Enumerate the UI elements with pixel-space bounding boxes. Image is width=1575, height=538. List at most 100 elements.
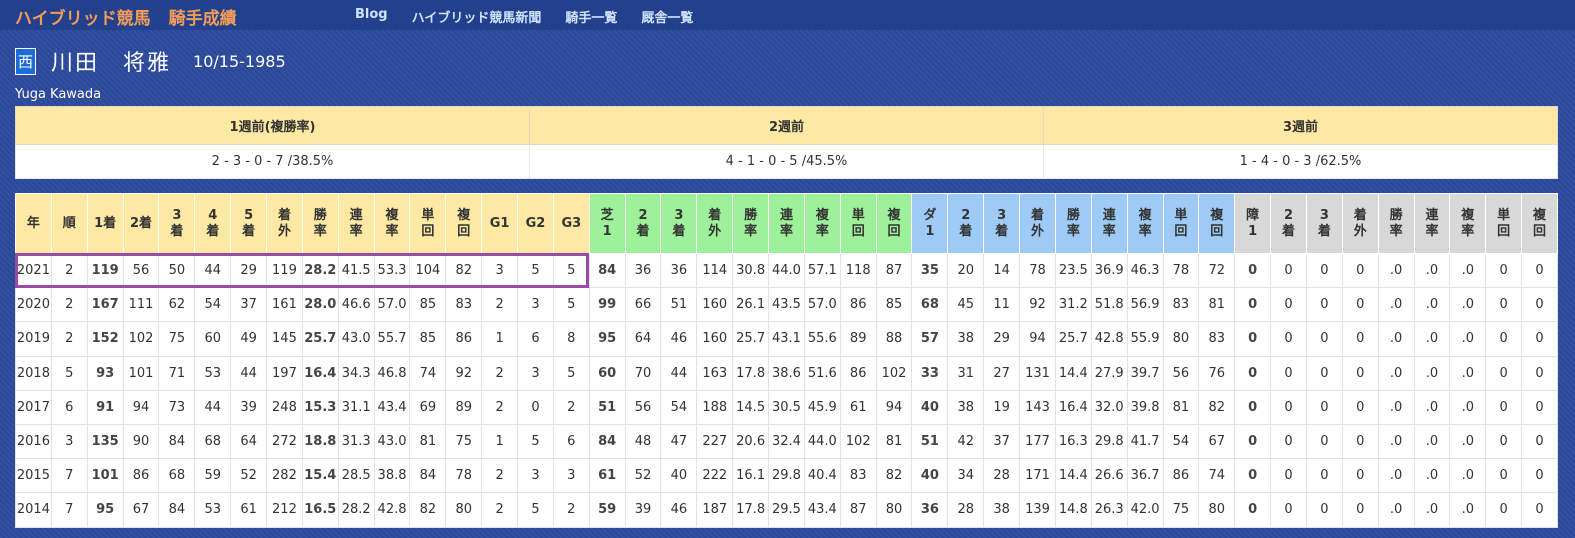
- col-header-14: G2: [517, 193, 554, 254]
- stat-cell: .0: [1377, 252, 1415, 289]
- col-header-line1: 複: [1138, 207, 1152, 223]
- stat-cell: 52: [624, 458, 662, 494]
- col-header-line1: 順: [62, 215, 76, 231]
- stat-cell: 88: [875, 321, 913, 357]
- stat-cell: 16.4: [301, 355, 339, 391]
- stat-cell: 43.1: [768, 321, 805, 357]
- stat-cell: 86: [1162, 458, 1200, 494]
- col-header-line2: 回: [1174, 223, 1188, 239]
- brand-title[interactable]: ハイブリッド競馬: [15, 9, 151, 29]
- stat-cell: 2: [552, 389, 590, 425]
- col-header-line2: 率: [1425, 223, 1439, 239]
- stat-cell: 6: [552, 423, 590, 460]
- col-header-line2: 率: [779, 223, 793, 239]
- col-header-22: 複率: [803, 193, 841, 254]
- table-row: 2015 7 101 86 68 59 52 282 15.4 28.5 38.8 84 78 2 3 3 61…: [15, 458, 1558, 494]
- col-header-32: 単回: [1162, 193, 1200, 254]
- col-header-line2: 外: [708, 223, 722, 239]
- nav-blog[interactable]: Blog: [355, 7, 388, 26]
- col-header-line1: 4: [208, 207, 218, 223]
- stat-cell: 18.8: [301, 423, 339, 460]
- stat-cell: 28.2: [301, 252, 339, 289]
- stat-cell: 0: [1521, 389, 1558, 425]
- stat-cell: 0: [1341, 355, 1379, 391]
- stat-cell: 33: [911, 355, 949, 391]
- col-header-line1: 連: [779, 207, 793, 223]
- stat-cell: 23.5: [1054, 252, 1092, 289]
- stat-cell: 60: [588, 355, 626, 391]
- col-header-line2: 着: [959, 223, 973, 239]
- col-header-line1: 勝: [1389, 207, 1403, 223]
- week3-value: 1 - 4 - 0 - 3 /62.5%: [1043, 144, 1558, 179]
- stat-cell: 0: [1270, 355, 1307, 391]
- stat-cell: 160: [696, 321, 734, 357]
- stat-cell: 56: [1162, 355, 1200, 391]
- stat-cell: 40: [911, 458, 949, 494]
- stat-cell: 84: [158, 492, 196, 528]
- stat-cell: 38.8: [373, 458, 411, 494]
- stat-cell: 76: [1198, 355, 1236, 391]
- stat-cell: 41.7: [1126, 423, 1164, 460]
- stat-cell: 64: [230, 423, 268, 460]
- col-header-line2: 回: [1497, 223, 1511, 239]
- table-row: 2017 6 91 94 73 44 39 248 15.3 31.1 43.4 69 89 2 0 2 51 5…: [15, 389, 1558, 425]
- stat-cell: 0: [1341, 252, 1379, 289]
- stat-cell: 30.8: [732, 252, 770, 289]
- stat-cell: 57.0: [803, 287, 841, 323]
- stat-cell: .0: [1377, 355, 1415, 391]
- stat-cell: 94: [1019, 321, 1056, 357]
- col-header-8: 勝率: [301, 193, 339, 254]
- col-header-line2: 外: [277, 223, 291, 239]
- stat-cell: .0: [1377, 321, 1415, 357]
- stat-cell: 93: [86, 355, 124, 391]
- week1-value: 2 - 3 - 0 - 7 /38.5%: [15, 144, 530, 179]
- stat-cell: 0: [1341, 321, 1379, 357]
- nav-hybrid-newspaper[interactable]: ハイブリッド競馬新聞: [412, 7, 542, 26]
- site-brand[interactable]: ハイブリッド競馬 騎手成績: [15, 4, 237, 29]
- stats-body: 2021 2 119 56 50 44 29 119 28.2 41.5 53.3 104 82 3 5 5 8…: [15, 252, 1558, 528]
- stat-cell: .0: [1413, 321, 1451, 357]
- top-navbar: ハイブリッド競馬 騎手成績 Blog ハイブリッド競馬新聞 騎手一覧 厩舎一覧: [0, 0, 1575, 30]
- stat-cell: 80: [1162, 321, 1200, 357]
- stat-cell: 42.8: [1090, 321, 1128, 357]
- stat-cell: 62: [158, 287, 196, 323]
- stat-cell: 0: [1341, 287, 1379, 323]
- stat-cell: 52: [230, 458, 268, 494]
- col-header-16: 芝1: [588, 193, 626, 254]
- stat-cell: 0: [1234, 389, 1272, 425]
- stat-cell: .0: [1449, 287, 1487, 323]
- stat-cell: .0: [1413, 355, 1451, 391]
- stat-cell: 8: [552, 321, 590, 357]
- stat-cell: 59: [194, 458, 232, 494]
- stat-cell: 91: [86, 389, 124, 425]
- col-header-40: 複率: [1449, 193, 1487, 254]
- stat-cell: 50: [158, 252, 196, 289]
- col-header-18: 3着: [660, 193, 698, 254]
- stat-cell: 0: [1270, 492, 1307, 528]
- col-header-line1: 連: [1102, 207, 1116, 223]
- stat-cell: 72: [1198, 252, 1236, 289]
- stat-cell: 5: [50, 355, 88, 391]
- stat-cell: .0: [1377, 492, 1415, 528]
- stat-cell: 3: [517, 287, 554, 323]
- stat-cell: 5: [552, 287, 590, 323]
- nav-jockey-list[interactable]: 騎手一覧: [565, 7, 617, 26]
- col-header-line1: 着: [1030, 207, 1044, 223]
- col-header-25: ダ1: [911, 193, 949, 254]
- stat-cell: 87: [839, 492, 877, 528]
- stat-cell: 0: [1485, 389, 1523, 425]
- jockey-header: 西 川田 将雅 10/15-1985: [15, 45, 286, 77]
- stat-cell: 89: [445, 389, 483, 425]
- stat-cell: 0: [1270, 423, 1307, 460]
- col-header-17: 2着: [624, 193, 662, 254]
- stat-cell: 0: [1485, 492, 1523, 528]
- stat-cell: 42.0: [1126, 492, 1164, 528]
- stat-cell: 28: [983, 458, 1021, 494]
- stat-cell: 46.3: [1126, 252, 1164, 289]
- col-header-line1: 複: [815, 207, 829, 223]
- col-header-27: 3着: [983, 193, 1021, 254]
- stat-cell: 0: [1234, 287, 1272, 323]
- nav-stable-list[interactable]: 厩舎一覧: [641, 7, 693, 26]
- stat-cell: 118: [839, 252, 877, 289]
- stat-cell: 38: [947, 321, 985, 357]
